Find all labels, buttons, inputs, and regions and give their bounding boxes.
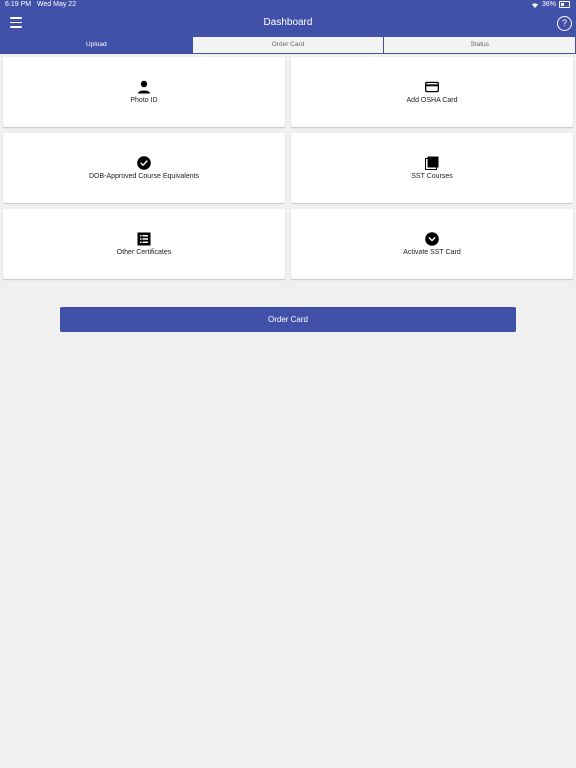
- page-title: Dashboard: [263, 17, 313, 28]
- add-osha-card-card[interactable]: Add OSHA Card: [291, 57, 573, 127]
- card-label: Photo ID: [130, 97, 158, 104]
- battery-icon: [559, 1, 570, 8]
- card-label: Add OSHA Card: [406, 97, 458, 104]
- tab-order-card[interactable]: Order Card: [192, 37, 385, 54]
- card-label: SST Courses: [411, 173, 453, 180]
- tab-status[interactable]: Status: [384, 37, 576, 54]
- credit-card-icon: [425, 80, 439, 94]
- wifi-icon: [531, 2, 538, 8]
- status-bar-indicators: 36%: [531, 1, 570, 8]
- app-header: 6:19 PM Wed May 22 36% Dashboard ?: [0, 0, 576, 37]
- card-label: Other Certificates: [116, 249, 172, 256]
- dob-approved-course-equivalents-card[interactable]: DOB-Approved Course Equivalents: [3, 133, 285, 203]
- check-circle-icon: [137, 156, 151, 170]
- sst-courses-card[interactable]: SST Courses: [291, 133, 573, 203]
- help-circle-icon[interactable]: ?: [557, 16, 572, 31]
- other-certificates-card[interactable]: Other Certificates: [3, 209, 285, 279]
- tab-bar: Upload Order Card Status: [0, 37, 576, 54]
- photo-id-card[interactable]: Photo ID: [3, 57, 285, 127]
- card-label: Activate SST Card: [403, 249, 461, 256]
- card-label: DOB-Approved Course Equivalents: [88, 173, 200, 180]
- activate-sst-card-card[interactable]: Activate SST Card: [291, 209, 573, 279]
- battery-percent: 36%: [541, 1, 556, 8]
- list-icon: [137, 232, 151, 246]
- tab-upload[interactable]: Upload: [0, 37, 193, 54]
- person-icon: [137, 80, 151, 94]
- status-bar-time: 6:19 PM Wed May 22: [5, 1, 77, 8]
- order-card-button[interactable]: Order Card: [60, 307, 516, 332]
- stack-icon: [425, 156, 439, 170]
- chevron-circle-icon: [425, 232, 439, 246]
- upload-grid: Photo ID Add OSHA Card DOB-Approved Cour…: [3, 57, 573, 279]
